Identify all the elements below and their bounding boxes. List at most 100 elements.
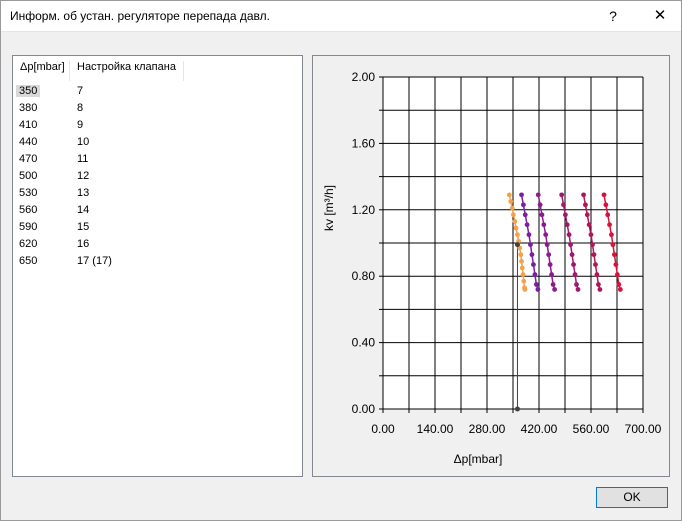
list-header: Δp[mbar] Настройка клапана (13, 56, 302, 81)
data-point (571, 262, 576, 267)
title-bar: Информ. об устан. регуляторе перепада да… (0, 0, 682, 32)
list-item[interactable]: 440 10 (13, 134, 302, 151)
data-point (575, 287, 581, 292)
data-point (546, 252, 552, 258)
data-point (605, 212, 611, 218)
data-point (613, 262, 619, 267)
list-item[interactable]: 530 13 (13, 185, 302, 202)
dp-value: 650 (19, 255, 38, 267)
x-tick-label: 0.00 (371, 422, 395, 436)
help-button[interactable]: ? (596, 0, 630, 32)
data-point (541, 222, 547, 228)
column-header-dp[interactable]: Δp[mbar] (14, 61, 70, 81)
data-point (519, 258, 524, 264)
data-point (537, 202, 543, 208)
column-header-setting[interactable]: Настройка клапана (71, 61, 184, 81)
data-point (616, 282, 622, 287)
close-button[interactable]: ✕ (640, 0, 680, 32)
list-item[interactable]: 590 15 (13, 219, 302, 236)
data-point (607, 222, 612, 228)
valve-setting-value: 10 (77, 136, 90, 148)
settings-list[interactable]: Δp[mbar] Настройка клапана 350 7 380 8 410 9 4… (12, 55, 303, 477)
list-item[interactable]: 470 11 (13, 151, 302, 168)
data-point (584, 212, 590, 218)
data-point (534, 282, 539, 287)
data-point (614, 272, 620, 277)
data-point (581, 192, 586, 198)
data-point (547, 262, 553, 267)
data-point (583, 202, 588, 208)
data-point (617, 287, 623, 292)
data-point (508, 199, 514, 204)
list-item[interactable]: 500 12 (13, 168, 302, 185)
dp-value: 530 (19, 187, 38, 199)
list-item[interactable]: 380 8 (13, 100, 302, 117)
data-point (597, 287, 603, 292)
data-point (532, 272, 538, 277)
data-point (593, 262, 598, 267)
list-item[interactable]: 410 9 (13, 117, 302, 134)
x-tick-label: 420.00 (521, 422, 558, 436)
data-point (549, 272, 555, 277)
data-point (519, 265, 525, 271)
data-point (552, 287, 557, 292)
y-tick-label: 0.40 (352, 336, 376, 350)
dp-value: 410 (19, 119, 38, 131)
y-tick-label: 0.00 (352, 402, 376, 416)
valve-setting-value: 15 (77, 221, 90, 233)
y-tick-label: 2.00 (352, 70, 376, 84)
valve-setting-value: 14 (77, 204, 90, 216)
data-point (610, 242, 616, 248)
ok-button[interactable]: OK (596, 487, 668, 508)
data-point (513, 225, 519, 231)
data-point (609, 232, 614, 238)
dp-value: 350 (16, 85, 41, 97)
data-point (601, 192, 607, 198)
data-point (510, 212, 516, 218)
list-item[interactable]: 650 17 (17) (13, 253, 302, 270)
dp-value: 590 (19, 221, 38, 233)
data-point (521, 278, 527, 284)
valve-setting-value: 9 (77, 119, 84, 131)
data-point (572, 272, 578, 277)
data-point (568, 242, 573, 248)
data-point (574, 282, 579, 287)
data-point (596, 282, 601, 287)
list-item[interactable]: 560 14 (13, 202, 302, 219)
data-point (591, 252, 597, 258)
data-point (539, 212, 545, 218)
operating-point (514, 242, 520, 248)
data-point (543, 232, 549, 238)
y-tick-label: 0.80 (352, 269, 376, 283)
data-point (515, 232, 520, 238)
operating-point-base (514, 406, 520, 412)
data-point (522, 212, 528, 218)
data-point (612, 252, 617, 258)
data-point (529, 252, 535, 258)
data-point (535, 287, 541, 292)
window-title: Информ. об устан. регуляторе перепада да… (10, 9, 270, 23)
data-point (524, 222, 530, 228)
list-item[interactable]: 620 16 (13, 236, 302, 253)
dp-value: 560 (19, 204, 38, 216)
data-point (531, 262, 536, 267)
valve-setting-value: 8 (77, 102, 84, 114)
data-point (520, 272, 526, 277)
data-point (590, 242, 595, 248)
y-tick-label: 1.20 (352, 203, 376, 217)
data-point (562, 212, 568, 218)
x-tick-label: 280.00 (469, 422, 506, 436)
data-point (561, 202, 566, 208)
list-rows: 350 7 380 8 410 9 440 10 470 11 500 12 530 13 560 14 590… (13, 83, 302, 270)
data-point (535, 192, 541, 198)
data-point (588, 232, 594, 238)
data-point (512, 219, 518, 224)
data-point (518, 252, 524, 258)
y-axis-label: kv [m³/h] (322, 185, 336, 231)
valve-setting-value: 11 (77, 153, 89, 165)
dp-value: 500 (19, 170, 38, 182)
valve-setting-value: 12 (77, 170, 90, 182)
valve-setting-value: 17 (17) (77, 255, 112, 267)
list-item[interactable]: 350 7 (13, 83, 302, 100)
chart-panel: 0.00 0.40 0.80 1.20 1.60 2.00 0.00 140.00 280.00… (312, 55, 670, 477)
